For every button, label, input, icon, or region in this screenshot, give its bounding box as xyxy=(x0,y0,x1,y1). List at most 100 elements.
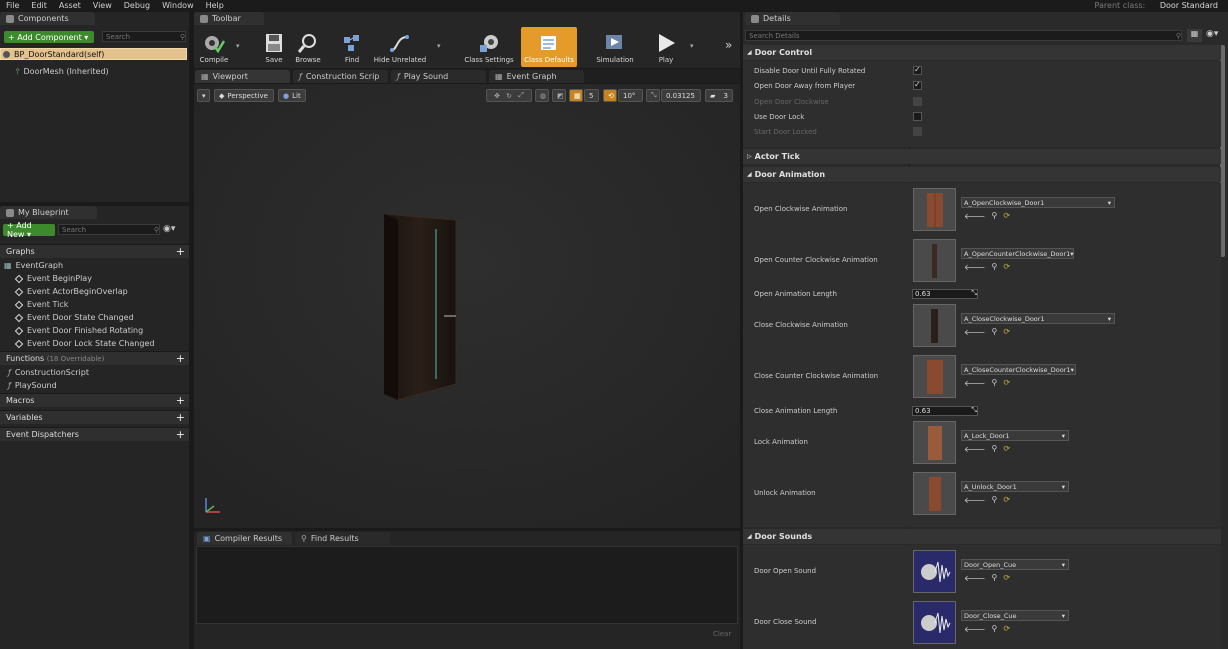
asset-dropdown[interactable]: A_CloseClockwise_Door1 ▾ xyxy=(961,313,1115,324)
close-length-input[interactable]: 0.63 ⤡ xyxy=(912,405,978,416)
use-selected-icon[interactable]: 🡐 xyxy=(964,327,985,337)
scale-snap-value[interactable]: 0.03125 xyxy=(661,89,701,102)
disable-door-checkbox[interactable] xyxy=(913,65,922,75)
eye-icon[interactable]: ◉▾ xyxy=(163,224,175,234)
browse-asset-icon[interactable]: ⚲ xyxy=(991,444,997,454)
use-selected-icon[interactable]: 🡐 xyxy=(964,444,985,454)
use-selected-icon[interactable]: 🡐 xyxy=(964,378,985,388)
animation-thumbnail[interactable] xyxy=(913,188,956,231)
scale-snap-icon[interactable]: ⤡ xyxy=(646,89,660,102)
open-clockwise-checkbox[interactable] xyxy=(913,97,922,106)
play-button[interactable]: Play xyxy=(644,27,688,67)
menu-help[interactable]: Help xyxy=(206,1,224,10)
reset-icon[interactable]: ⟳ xyxy=(1003,624,1010,634)
browse-button[interactable]: Browse xyxy=(286,27,330,67)
asset-dropdown[interactable]: Door_Close_Cue ▾ xyxy=(961,610,1069,621)
sound-thumbnail[interactable] xyxy=(913,550,956,593)
component-self[interactable]: BP_DoorStandard(self) xyxy=(0,48,187,60)
reset-icon[interactable]: ⟳ xyxy=(1003,211,1010,221)
menu-file[interactable]: File xyxy=(6,1,19,10)
compile-dropdown-icon[interactable]: ▾ xyxy=(236,42,240,50)
open-away-checkbox[interactable] xyxy=(913,80,922,90)
door-animation-section[interactable]: ◢ Door Animation xyxy=(743,167,1221,182)
details-tab[interactable]: Details xyxy=(745,12,840,25)
browse-asset-icon[interactable]: ⚲ xyxy=(991,624,997,634)
grid-snap-icon[interactable]: ▦ xyxy=(569,89,583,102)
clear-button[interactable]: Clear xyxy=(713,630,731,638)
perspective-button[interactable]: ◆ Perspective xyxy=(214,89,274,102)
class-defaults-button[interactable]: Class Defaults xyxy=(521,27,577,67)
asset-dropdown[interactable]: A_OpenClockwise_Door1 ▾ xyxy=(961,197,1115,208)
browse-asset-icon[interactable]: ⚲ xyxy=(991,573,997,583)
scale-icon[interactable]: ⤢ xyxy=(518,91,524,100)
reset-icon[interactable]: ⟳ xyxy=(1003,262,1010,272)
rotate-icon[interactable]: ↻ xyxy=(506,92,512,100)
reset-icon[interactable]: ⟳ xyxy=(1003,444,1010,454)
compile-button[interactable]: Compile xyxy=(192,27,236,67)
tab-construction-script[interactable]: ƒ Construction Scrip xyxy=(293,70,388,83)
my-blueprint-tab[interactable]: My Blueprint xyxy=(0,206,97,219)
rotation-snap-value[interactable]: 10° xyxy=(618,89,643,102)
viewport[interactable] xyxy=(194,84,740,528)
door-sounds-section[interactable]: ◢ Door Sounds xyxy=(743,529,1221,544)
add-function-icon[interactable]: + xyxy=(176,353,185,364)
surface-snap-icon[interactable]: ◩ xyxy=(552,89,566,102)
reset-icon[interactable]: ⟳ xyxy=(1003,573,1010,583)
add-new-button[interactable]: + Add New ▾ xyxy=(3,221,55,239)
use-door-lock-checkbox[interactable] xyxy=(913,112,922,121)
add-variable-icon[interactable]: + xyxy=(176,412,185,423)
toolbar-tab[interactable]: Toolbar xyxy=(194,12,264,25)
camera-speed[interactable]: ▰ 3 xyxy=(705,89,733,102)
visibility-eye-icon[interactable]: ◉▾ xyxy=(1206,29,1218,39)
use-selected-icon[interactable]: 🡐 xyxy=(964,211,985,221)
blueprint-search-input[interactable]: Search ⚲ xyxy=(58,224,160,235)
reset-icon[interactable]: ⟳ xyxy=(1003,378,1010,388)
menu-asset[interactable]: Asset xyxy=(59,1,81,10)
menu-view[interactable]: View xyxy=(93,1,112,10)
add-macro-icon[interactable]: + xyxy=(176,395,185,406)
event-dispatchers-section[interactable]: Event Dispatchers + xyxy=(0,427,189,441)
component-door-mesh[interactable]: ⫯ DoorMesh (Inherited) xyxy=(16,65,109,78)
sound-thumbnail[interactable] xyxy=(913,601,956,644)
event-item[interactable]: Event BeginPlay xyxy=(14,272,92,285)
browse-asset-icon[interactable]: ⚲ xyxy=(991,378,997,388)
animation-thumbnail[interactable] xyxy=(913,239,956,282)
open-length-input[interactable]: 0.63 ⤡ xyxy=(912,288,978,299)
add-component-button[interactable]: + Add Component ▾ xyxy=(4,31,94,43)
event-item[interactable]: Event Tick xyxy=(14,298,68,311)
event-graph-item[interactable]: ▦ EventGraph xyxy=(4,259,63,272)
animation-thumbnail[interactable] xyxy=(913,304,956,347)
asset-dropdown[interactable]: A_Lock_Door1 ▾ xyxy=(961,430,1069,441)
toolbar-overflow-icon[interactable]: » xyxy=(725,38,732,52)
lit-button[interactable]: ● Lit xyxy=(278,89,306,102)
event-item[interactable]: Event Door Lock State Changed xyxy=(14,337,154,350)
find-button[interactable]: Find xyxy=(330,27,374,67)
menu-window[interactable]: Window xyxy=(162,1,194,10)
animation-thumbnail[interactable] xyxy=(913,421,956,464)
viewport-options-button[interactable]: ▾ xyxy=(197,89,210,102)
property-matrix-icon[interactable]: ▦ xyxy=(1187,29,1202,42)
browse-asset-icon[interactable]: ⚲ xyxy=(991,495,997,505)
transform-tools[interactable]: ✥ ↻ ⤢ xyxy=(486,89,532,102)
tab-viewport[interactable]: ▦ Viewport xyxy=(195,70,290,83)
start-locked-checkbox[interactable] xyxy=(913,127,922,136)
class-settings-button[interactable]: Class Settings xyxy=(460,27,518,67)
use-selected-icon[interactable]: 🡐 xyxy=(964,624,985,634)
menu-debug[interactable]: Debug xyxy=(124,1,150,10)
function-item[interactable]: ƒ PlaySound xyxy=(8,379,57,392)
asset-dropdown[interactable]: A_Unlock_Door1 ▾ xyxy=(961,481,1069,492)
graphs-section[interactable]: Graphs + xyxy=(0,244,189,258)
actor-tick-section[interactable]: ▷ Actor Tick xyxy=(743,149,1221,164)
move-icon[interactable]: ✥ xyxy=(494,92,500,100)
grid-snap-value[interactable]: 5 xyxy=(584,89,599,102)
door-control-section[interactable]: ◢ Door Control xyxy=(743,45,1221,60)
asset-dropdown[interactable]: Door_Open_Cue ▾ xyxy=(961,559,1069,570)
play-dropdown-icon[interactable]: ▾ xyxy=(690,42,694,50)
simulation-button[interactable]: Simulation xyxy=(592,27,638,67)
asset-dropdown[interactable]: A_CloseCounterClockwise_Door1 ▾ xyxy=(961,364,1076,375)
browse-asset-icon[interactable]: ⚲ xyxy=(991,262,997,272)
details-search-input[interactable]: Search Details ⚲ xyxy=(745,30,1182,41)
variables-section[interactable]: Variables + xyxy=(0,410,189,424)
event-item[interactable]: Event Door Finished Rotating xyxy=(14,324,143,337)
functions-section[interactable]: Functions (18 Overridable) + xyxy=(0,351,189,365)
